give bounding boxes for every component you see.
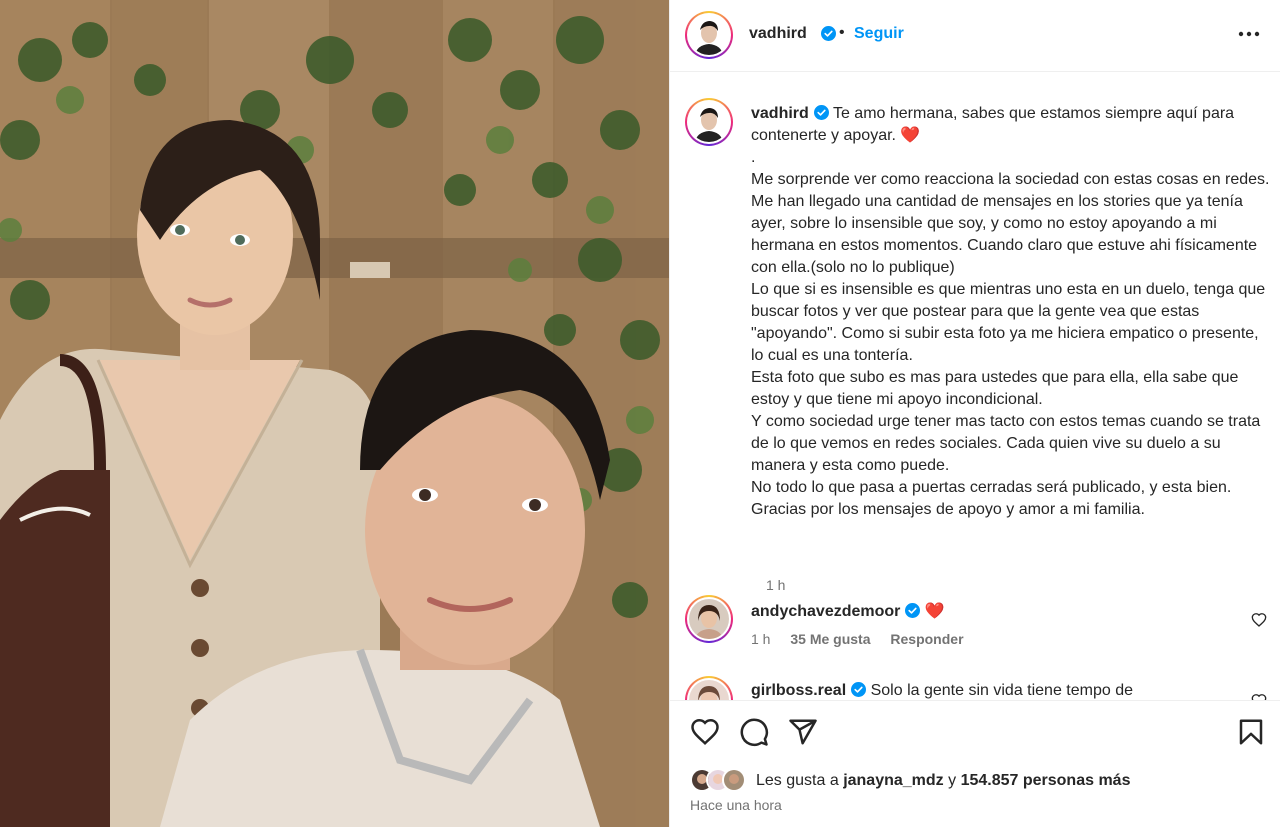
share-icon[interactable]: [788, 717, 818, 747]
comment-username[interactable]: girlboss.real: [751, 682, 846, 699]
photo-illustration: [0, 0, 669, 827]
caption-author-avatar[interactable]: [685, 98, 733, 146]
avatar-image: [689, 15, 729, 55]
comment-text: Solo la gente sin vida tiene tempo de: [870, 682, 1134, 699]
likes-conjunction: y: [948, 772, 957, 789]
comment-username[interactable]: andychavezdemoor: [751, 603, 900, 620]
header-separator: •: [839, 24, 845, 41]
caption-username[interactable]: vadhird: [751, 105, 809, 122]
avatar-image: [689, 680, 729, 700]
comments-scroll-area[interactable]: vadhird Te amo hermana, sabes que estamo…: [670, 73, 1280, 700]
comment-line: girlboss.real Solo la gente sin vida tie…: [751, 682, 1133, 700]
reply-button[interactable]: Responder: [890, 631, 963, 647]
commenter-avatar[interactable]: [685, 676, 733, 700]
avatar-image: [689, 102, 729, 142]
comment-like-heart-icon[interactable]: [1251, 612, 1267, 628]
post-side-panel: vadhird • Seguir vadhird Te amo hermana,…: [669, 0, 1280, 827]
likes-text[interactable]: Les gusta a janayna_mdz y 154.857 person…: [756, 772, 1130, 790]
comment-item: andychavezdemoor ❤️ 1 h 35 Me gusta Resp…: [685, 595, 1267, 655]
avatar-image: [689, 599, 729, 639]
verified-badge-icon: [821, 26, 836, 41]
commenter-avatar[interactable]: [685, 595, 733, 643]
post-actions: Les gusta a janayna_mdz y 154.857 person…: [670, 700, 1280, 827]
comment-text: ❤️: [924, 603, 945, 620]
verified-badge-icon: [905, 603, 921, 618]
post-photo[interactable]: [0, 0, 669, 827]
verified-badge-icon: [851, 682, 867, 697]
comment-time[interactable]: 1 h: [751, 631, 770, 647]
bookmark-icon[interactable]: [1236, 717, 1266, 747]
likes-prefix: Les gusta a: [756, 772, 839, 789]
author-username[interactable]: vadhird: [749, 25, 807, 43]
post-header: vadhird • Seguir: [670, 0, 1280, 72]
caption-text: Te amo hermana, sabes que estamos siempr…: [751, 105, 1270, 518]
follow-button[interactable]: Seguir: [854, 25, 904, 43]
comment-likes[interactable]: 35 Me gusta: [790, 631, 870, 647]
likes-count[interactable]: 154.857 personas más: [961, 772, 1131, 789]
heart-icon[interactable]: [690, 717, 720, 747]
liker-username[interactable]: janayna_mdz: [843, 772, 943, 789]
post-timestamp[interactable]: Hace una hora: [690, 797, 782, 813]
comment-item: girlboss.real Solo la gente sin vida tie…: [685, 676, 1267, 700]
liker-avatar[interactable]: [722, 768, 746, 792]
verified-badge-icon: [813, 105, 829, 120]
comment-like-heart-icon[interactable]: [1251, 693, 1267, 700]
comment-icon[interactable]: [739, 717, 769, 747]
avatar-image: [724, 770, 744, 790]
author-avatar[interactable]: [685, 11, 733, 59]
comment-line: andychavezdemoor ❤️: [751, 601, 945, 621]
caption-timestamp[interactable]: 1 h: [766, 577, 785, 593]
caption-body: vadhird Te amo hermana, sabes que estamo…: [751, 103, 1271, 521]
more-horizontal-icon[interactable]: [1235, 22, 1263, 46]
comment-meta: 1 h 35 Me gusta Responder: [751, 631, 980, 647]
